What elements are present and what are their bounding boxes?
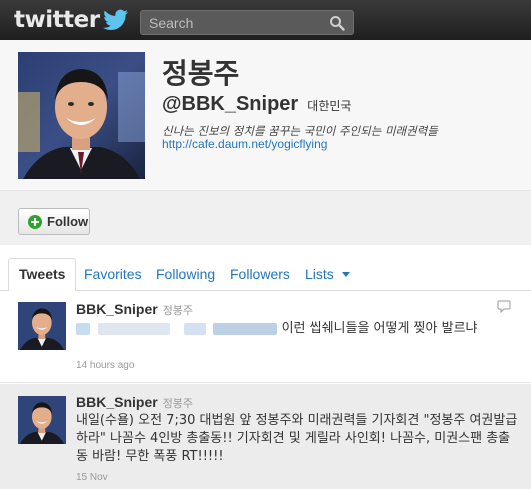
- blurred-content: [98, 322, 171, 335]
- search-input[interactable]: [149, 14, 319, 32]
- follow-plus-icon: [28, 214, 42, 229]
- blurred-content: [76, 322, 90, 335]
- tab-label: Tweets: [19, 266, 66, 282]
- tweet-realname: 정봉주: [162, 397, 194, 410]
- twitter-bird-icon: [102, 9, 128, 30]
- reply-icon[interactable]: [497, 300, 511, 313]
- tab-followers[interactable]: Followers: [230, 259, 290, 291]
- tweet-avatar-photo: [18, 302, 66, 350]
- top-bar: twitter: [0, 0, 531, 40]
- profile-name: 정봉주: [162, 57, 240, 90]
- profile-handle: @BBK_Sniper: [162, 93, 299, 115]
- tweet-text-body: 이런 씹쉐니들을 어떻게 찢아 발르냐: [281, 321, 478, 336]
- logo-text: twitter: [14, 7, 100, 33]
- twitter-logo[interactable]: twitter: [14, 6, 129, 34]
- tab-favorites[interactable]: Favorites: [84, 259, 142, 291]
- follow-label: Follow: [47, 214, 89, 229]
- profile-photo: [18, 52, 145, 179]
- tweet-timestamp[interactable]: 14 hours ago: [76, 360, 134, 371]
- tweet-avatar-photo: [18, 396, 66, 444]
- chevron-down-icon: [341, 271, 350, 277]
- tweet-text: 내일(수욜) 오전 7;30 대법원 앞 정봉주와 미래권력들 기자회견 "정봉…: [76, 413, 518, 464]
- tab-tweets[interactable]: Tweets: [8, 258, 77, 292]
- tweet-item[interactable]: BBK_Sniper 정봉주 내일(수욜) 오전 7;30 대법원 앞 정봉주와 …: [0, 384, 531, 489]
- profile-tabs: Tweets Favorites Following Followers Lis…: [0, 245, 531, 292]
- tweet-username-row: BBK_Sniper 정봉주: [76, 301, 193, 318]
- tweet-username[interactable]: BBK_Sniper: [76, 394, 158, 410]
- tab-label: Lists: [305, 266, 334, 282]
- tweet-text: 이런 씹쉐니들을 어떻게 찢아 발르냐: [76, 320, 516, 338]
- tweet-username-row: BBK_Sniper 정봉주: [76, 394, 193, 411]
- profile-location: 대한민국: [307, 99, 352, 113]
- profile-url[interactable]: http://cafe.daum.net/yogicflying: [162, 137, 327, 151]
- follow-area: Follow: [0, 191, 531, 245]
- profile-avatar[interactable]: [18, 52, 145, 179]
- tweet-avatar[interactable]: [18, 302, 66, 350]
- tweet-realname: 정봉주: [162, 304, 194, 317]
- handle-row: @BBK_Sniper 대한민국: [162, 93, 351, 116]
- tab-following[interactable]: Following: [156, 259, 215, 291]
- tweet-item[interactable]: BBK_Sniper 정봉주 이런 씹쉐니들을 어떻게 찢아 발르냐 14 hou…: [0, 291, 531, 383]
- profile-header: 정봉주 @BBK_Sniper 대한민국 신나는 진보의 정치를 꿈꾸는 국민이…: [0, 40, 531, 190]
- tweet-avatar[interactable]: [18, 396, 66, 444]
- search-box[interactable]: [140, 10, 354, 35]
- blurred-content: [184, 322, 207, 335]
- search-icon[interactable]: [329, 15, 345, 31]
- tab-label: Followers: [230, 266, 290, 282]
- blurred-content: [213, 322, 278, 335]
- follow-button[interactable]: Follow: [18, 208, 90, 235]
- tab-label: Following: [156, 266, 216, 282]
- tweet-timestamp[interactable]: 15 Nov: [76, 472, 108, 483]
- tweet-username[interactable]: BBK_Sniper: [76, 301, 158, 317]
- tab-lists[interactable]: Lists: [305, 259, 350, 291]
- tab-label: Favorites: [84, 266, 142, 282]
